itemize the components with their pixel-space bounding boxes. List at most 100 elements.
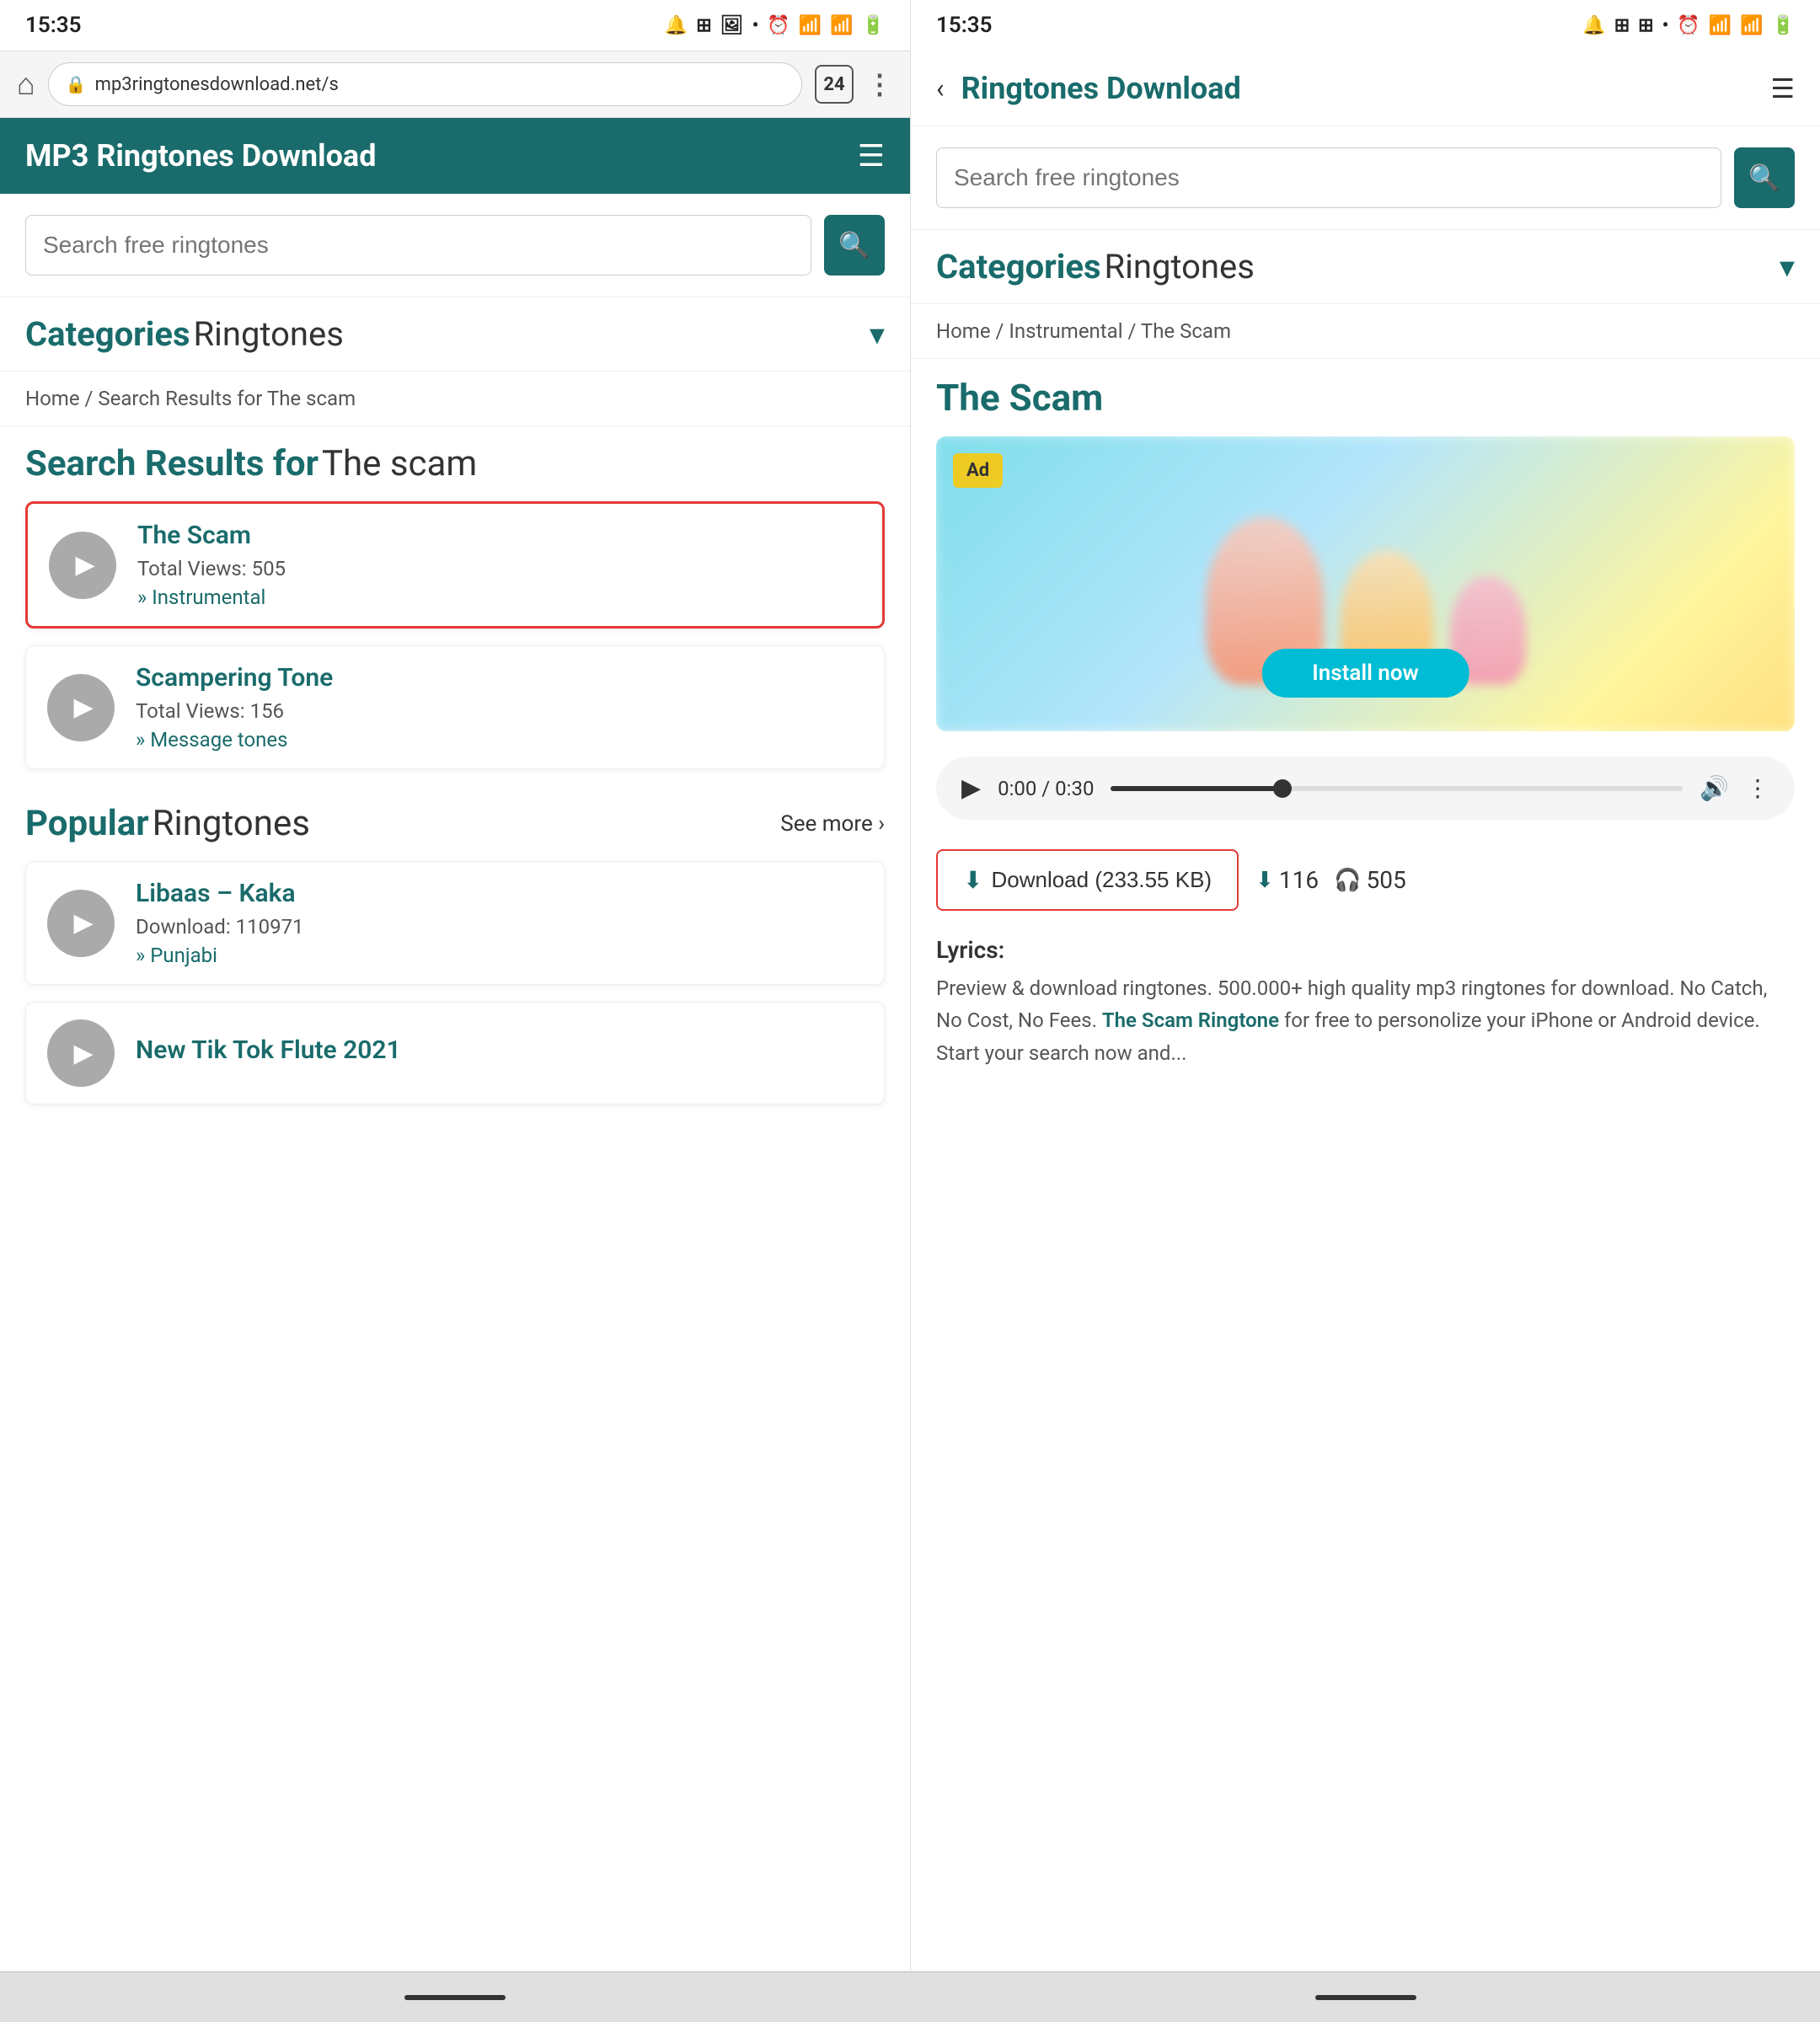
- right-grid2-icon: ⊞: [1638, 15, 1653, 36]
- audio-progress-bar[interactable]: [1111, 786, 1683, 791]
- popular-item-1[interactable]: ▶ New Tik Tok Flute 2021: [25, 1002, 885, 1105]
- ringtone-name-0[interactable]: The Scam: [137, 521, 861, 550]
- hamburger-icon[interactable]: ☰: [858, 138, 885, 174]
- grid-icon: ⊞: [696, 15, 711, 36]
- left-status-icons: 🔔 ⊞ 🖼 • ⏰ 📶 📶 🔋: [665, 15, 885, 36]
- right-dot-icon: •: [1662, 15, 1669, 36]
- right-header-title: Ringtones Download: [961, 71, 1754, 106]
- ad-cta-button[interactable]: Install now: [1261, 649, 1469, 698]
- play-button-1[interactable]: ▶: [47, 674, 115, 741]
- right-notification-icon: 🔔: [1582, 15, 1605, 36]
- play-icon-0: ▶: [75, 550, 94, 580]
- lyrics-text: Preview & download ringtones. 500.000+ h…: [936, 972, 1795, 1069]
- right-search-button[interactable]: 🔍: [1734, 147, 1795, 208]
- play-button-0[interactable]: ▶: [49, 532, 116, 599]
- ringtone-views-0: Total Views: 505: [137, 557, 861, 580]
- right-alarm-icon: ⏰: [1677, 15, 1700, 36]
- wifi-icon: 📶: [799, 15, 822, 36]
- left-url-bar: ⌂ 🔒 mp3ringtonesdownload.net/s 24 ⋮: [0, 51, 910, 118]
- right-wifi-icon: 📶: [1709, 15, 1732, 36]
- listen-count-stat: 🎧 505: [1334, 866, 1406, 894]
- right-status-icons: 🔔 ⊞ ⊞ • ⏰ 📶 📶 🔋: [1582, 15, 1795, 36]
- audio-play-icon[interactable]: ▶: [961, 773, 981, 803]
- see-more-button[interactable]: See more ›: [780, 811, 885, 837]
- right-nav-indicator: [1315, 1995, 1416, 2000]
- url-text: mp3ringtonesdownload.net/s: [95, 74, 784, 95]
- right-nav-bottom: [911, 1971, 1820, 2022]
- ringtone-result-1[interactable]: ▶ Scampering Tone Total Views: 156 » Mes…: [25, 645, 885, 769]
- popular-item-0[interactable]: ▶ Libaas – Kaka Download: 110971 » Punja…: [25, 861, 885, 985]
- notification-icon: 🔔: [665, 15, 688, 36]
- ringtone-category-1: » Message tones: [136, 728, 863, 752]
- popular-play-icon-1: ▶: [73, 1039, 93, 1068]
- lyrics-section: Lyrics: Preview & download ringtones. 50…: [911, 923, 1820, 1082]
- ringtone-result-0[interactable]: ▶ The Scam Total Views: 505 » Instrument…: [25, 501, 885, 629]
- tab-count[interactable]: 24: [815, 65, 854, 104]
- right-app-header: ‹ Ringtones Download ☰: [911, 51, 1820, 126]
- ad-overlay: Ad: [953, 453, 1003, 488]
- right-categories-chevron-icon[interactable]: ▾: [1780, 249, 1795, 285]
- app-title: MP3 Ringtones Download: [25, 138, 376, 174]
- play-icon-1: ▶: [73, 693, 93, 722]
- right-breadcrumb: Home / Instrumental / The Scam: [911, 304, 1820, 359]
- left-nav-bottom: [0, 1971, 910, 2022]
- audio-player: ▶ 0:00 / 0:30 🔊 ⋮: [936, 757, 1795, 820]
- popular-info-0: Libaas – Kaka Download: 110971 » Punjabi: [136, 879, 863, 967]
- download-button[interactable]: ⬇ Download (233.55 KB): [936, 849, 1239, 911]
- song-title: The Scam: [911, 359, 1820, 428]
- left-search-icon: 🔍: [838, 231, 870, 260]
- left-categories-title-wrap: Categories Ringtones: [25, 314, 344, 354]
- left-search-input[interactable]: [43, 232, 794, 259]
- download-button-label: Download (233.55 KB): [991, 867, 1212, 893]
- popular-name-1[interactable]: New Tik Tok Flute 2021: [136, 1035, 863, 1065]
- right-search-input-wrap[interactable]: [936, 147, 1721, 208]
- download-stats: ⬇ 116 🎧 505: [1255, 866, 1406, 894]
- audio-progress-thumb: [1273, 779, 1292, 798]
- left-search-bar: 🔍: [0, 194, 910, 297]
- left-search-input-wrap[interactable]: [25, 215, 811, 275]
- lyrics-link[interactable]: The Scam Ringtone: [1102, 1008, 1279, 1032]
- ringtone-info-1: Scampering Tone Total Views: 156 » Messa…: [136, 663, 863, 752]
- popular-play-button-0[interactable]: ▶: [47, 890, 115, 957]
- right-categories-header[interactable]: Categories Ringtones ▾: [911, 230, 1820, 304]
- popular-play-button-1[interactable]: ▶: [47, 1019, 115, 1087]
- left-time: 15:35: [25, 13, 82, 38]
- back-arrow-icon[interactable]: ‹: [936, 72, 945, 104]
- listen-count-value: 505: [1366, 866, 1405, 894]
- download-count-value: 116: [1279, 866, 1319, 894]
- popular-header: Popular Ringtones See more ›: [0, 778, 910, 853]
- popular-name-0[interactable]: Libaas – Kaka: [136, 879, 863, 908]
- home-icon[interactable]: ⌂: [17, 67, 35, 102]
- popular-info-1: New Tik Tok Flute 2021: [136, 1035, 863, 1072]
- right-signal-icon: 📶: [1740, 15, 1763, 36]
- song-thumbnail: Ad Install now: [936, 436, 1795, 731]
- left-section-title: Search Results for The scam: [0, 426, 910, 493]
- left-categories-title-normal: Ringtones: [194, 314, 344, 354]
- left-categories-header[interactable]: Categories Ringtones ▾: [0, 297, 910, 372]
- audio-more-icon[interactable]: ⋮: [1746, 774, 1769, 802]
- ringtone-name-1[interactable]: Scampering Tone: [136, 663, 863, 693]
- ad-label: Ad: [966, 460, 989, 481]
- right-status-bar: 15:35 🔔 ⊞ ⊞ • ⏰ 📶 📶 🔋: [911, 0, 1820, 51]
- right-search-input[interactable]: [954, 164, 1704, 191]
- left-section-title-bold: Search Results for: [25, 443, 318, 484]
- audio-volume-icon[interactable]: 🔊: [1700, 774, 1729, 802]
- signal-icon: 📶: [830, 15, 853, 36]
- dot-icon: •: [752, 15, 759, 36]
- left-categories-chevron-icon[interactable]: ▾: [870, 317, 885, 352]
- right-battery-icon: 🔋: [1772, 15, 1795, 36]
- left-search-button[interactable]: 🔍: [824, 215, 885, 275]
- right-time: 15:35: [936, 13, 993, 38]
- right-categories-title-normal: Ringtones: [1105, 247, 1255, 286]
- more-menu-icon[interactable]: ⋮: [866, 68, 893, 100]
- left-app-header: MP3 Ringtones Download ☰: [0, 118, 910, 194]
- lyrics-label: Lyrics:: [936, 936, 1795, 964]
- alarm-icon: ⏰: [767, 15, 790, 36]
- right-categories-title-bold: Categories: [936, 247, 1101, 286]
- url-input[interactable]: 🔒 mp3ringtonesdownload.net/s: [48, 62, 802, 106]
- left-categories-title-bold: Categories: [25, 314, 190, 354]
- audio-progress-fill: [1111, 786, 1282, 791]
- left-nav-indicator: [404, 1995, 506, 2000]
- left-status-bar: 15:35 🔔 ⊞ 🖼 • ⏰ 📶 📶 🔋: [0, 0, 910, 51]
- right-menu-icon[interactable]: ☰: [1770, 72, 1795, 104]
